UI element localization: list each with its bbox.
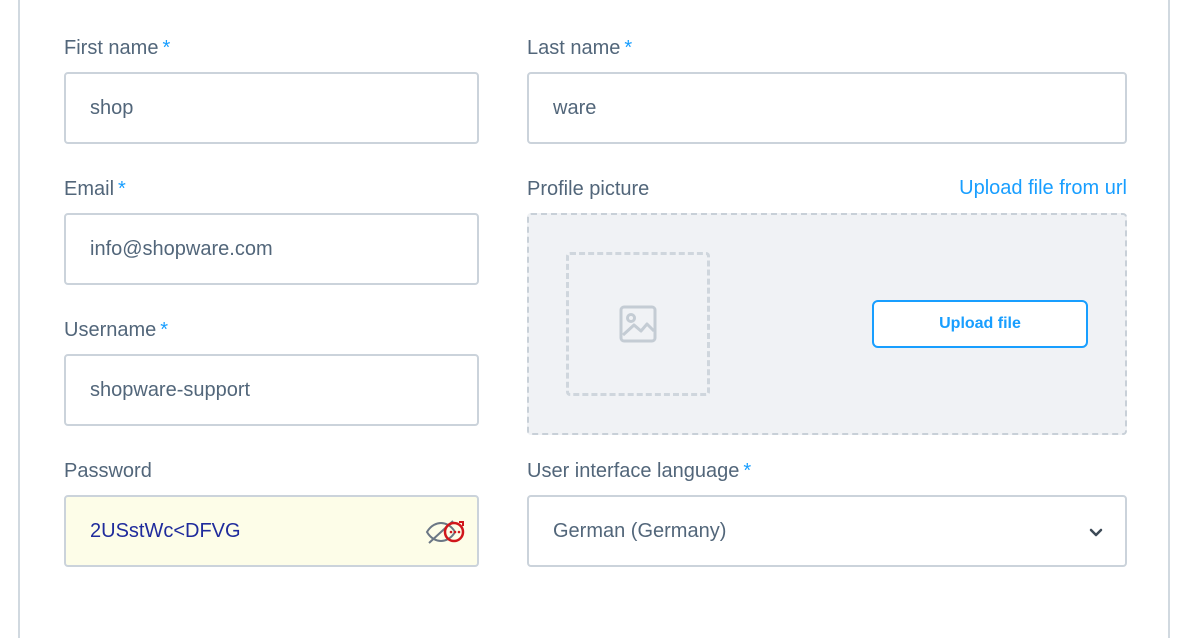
- first-name-input[interactable]: shop: [64, 72, 479, 144]
- required-marker: *: [624, 37, 633, 59]
- password-toggle[interactable]: [425, 519, 467, 545]
- first-name-field: First name * shop: [64, 34, 479, 144]
- last-name-label: Last name *: [527, 37, 633, 59]
- last-name-field: Last name * ware: [527, 34, 1127, 144]
- email-field: Email * info@shopware.com: [64, 175, 479, 285]
- upload-file-button[interactable]: Upload file: [872, 300, 1088, 348]
- chevron-down-icon[interactable]: [1087, 523, 1105, 541]
- first-name-label: First name *: [64, 37, 171, 59]
- language-select[interactable]: German (Germany): [527, 495, 1127, 567]
- password-label: Password: [64, 460, 152, 482]
- password-field: Password 2USstWc<DFVG: [64, 457, 479, 567]
- required-marker: *: [160, 319, 169, 341]
- profile-picture-dropzone[interactable]: Upload file: [527, 213, 1127, 435]
- required-marker: *: [743, 460, 752, 482]
- username-input[interactable]: shopware-support: [64, 354, 479, 426]
- password-input[interactable]: 2USstWc<DFVG: [64, 495, 479, 567]
- last-name-input[interactable]: ware: [527, 72, 1127, 144]
- required-marker: *: [118, 178, 126, 200]
- language-field: User interface language * German (Germany…: [527, 457, 1127, 567]
- username-label: Username *: [64, 319, 169, 341]
- image-preview: [566, 252, 710, 396]
- username-field: Username * shopware-support: [64, 316, 479, 426]
- profile-picture-field: Profile picture Upload file from url Upl…: [527, 175, 1127, 435]
- image-icon: [619, 305, 657, 343]
- upload-from-url-link[interactable]: Upload file from url: [959, 177, 1127, 200]
- email-label: Email *: [64, 178, 126, 200]
- email-input[interactable]: info@shopware.com: [64, 213, 479, 285]
- required-marker: *: [162, 37, 171, 59]
- password-manager-icon[interactable]: [443, 521, 465, 543]
- profile-picture-label: Profile picture: [527, 178, 650, 200]
- language-label: User interface language *: [527, 460, 752, 482]
